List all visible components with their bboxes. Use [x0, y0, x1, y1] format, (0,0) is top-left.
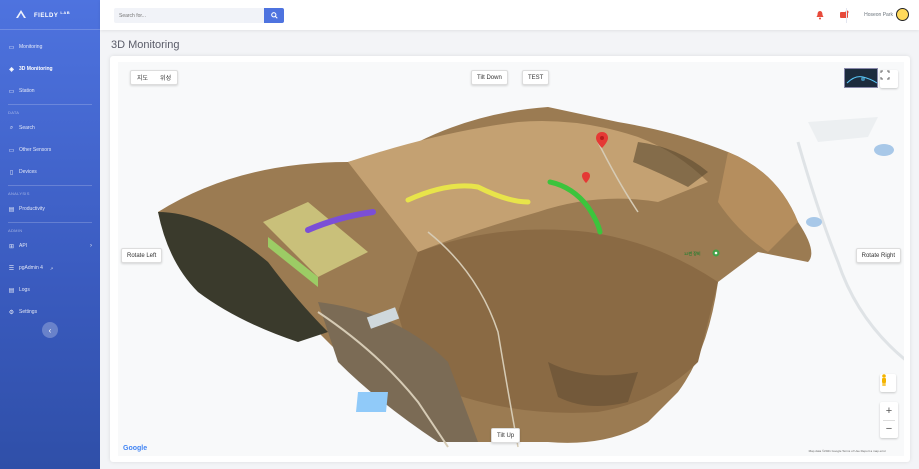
sidebar-item-settings[interactable]: ⚙ Settings: [0, 301, 100, 323]
fullscreen-icon: [880, 70, 890, 80]
sidebar-item-productivity[interactable]: ▤ Productivity: [0, 198, 100, 220]
rotate-right-button[interactable]: Rotate Right: [855, 248, 901, 263]
sidebar-item-label: Search: [19, 125, 35, 131]
sidebar-item-label: API: [19, 243, 28, 249]
sidebar-item-devices[interactable]: ▯ Devices: [0, 161, 100, 183]
station-icon: ▭: [8, 88, 15, 95]
divider: [8, 222, 92, 223]
sidebar-item-pgadmin[interactable]: ☰ pgAdmin 4 ↗: [0, 257, 100, 279]
rotate-left-button[interactable]: Rotate Left: [121, 248, 163, 263]
brand-logo-icon: [16, 9, 26, 18]
alert-icon[interactable]: [815, 10, 825, 20]
sidebar-item-station[interactable]: ▭ Station: [0, 80, 100, 102]
sidebar-item-3d-monitoring[interactable]: ◈ 3D Monitoring: [0, 58, 100, 80]
cube-icon: ◈: [9, 66, 14, 73]
map-type-map-button[interactable]: 지도: [131, 71, 154, 84]
sidebar-item-label: Devices: [19, 169, 37, 175]
map-attribution[interactable]: Map data ©2021 Google Terms of Use Repor…: [809, 449, 886, 453]
divider: [8, 104, 92, 105]
sidebar-item-monitoring[interactable]: ▭ Monitoring: [0, 36, 100, 58]
topbar: Hoseon Park: [100, 0, 919, 30]
page-title: 3D Monitoring: [111, 39, 180, 51]
nav-heading-data: DATA: [8, 110, 20, 115]
chevron-right-icon: ›: [90, 243, 92, 249]
desktop-icon: ▭: [8, 44, 15, 51]
sidebar-item-label: Other Sensors: [19, 147, 52, 153]
topbar-divider: [846, 8, 847, 23]
sidebar-item-label: Monitoring: [19, 44, 43, 50]
poi-label[interactable]: 12번 장비: [684, 251, 701, 257]
search-button[interactable]: [264, 8, 284, 23]
map-card: 12번 장비 지도 위성 Tilt Down TEST Rotate Left …: [110, 56, 910, 462]
sidebar-item-api[interactable]: ⊞ API ›: [0, 235, 100, 257]
chevron-left-icon: ‹: [48, 325, 52, 335]
sidebar-item-label: 3D Monitoring: [19, 66, 53, 72]
zoom-out-button[interactable]: −: [880, 421, 898, 439]
brand[interactable]: FIELDY LAB: [0, 0, 100, 30]
user-name[interactable]: Hoseon Park: [864, 12, 893, 18]
sensor-icon: ▭: [8, 147, 15, 154]
sidebar-item-label: Settings: [19, 309, 38, 315]
sidebar-item-label: Productivity: [19, 206, 45, 212]
search-input[interactable]: [114, 8, 264, 23]
zoom-control: + −: [880, 402, 898, 438]
gear-icon: ⚙: [8, 309, 15, 316]
nav-heading-analysis: ANALYSIS: [8, 191, 30, 196]
search-icon: ⌕: [9, 124, 14, 131]
sidebar-item-label: Station: [19, 88, 35, 94]
topbar-icons: [815, 10, 849, 20]
pegman-button[interactable]: [880, 374, 896, 392]
google-logo: Google: [123, 445, 148, 452]
external-link-icon: ↗: [49, 265, 54, 271]
terrain-graphic: [158, 107, 904, 448]
zoom-in-button[interactable]: +: [880, 402, 898, 420]
sidebar-item-logs[interactable]: ▤ Logs: [0, 279, 100, 301]
search-icon: [270, 12, 278, 19]
brand-name: FIELDY LAB: [34, 10, 71, 19]
tilt-up-button[interactable]: Tilt Up: [491, 428, 521, 443]
minimap-thumbnail[interactable]: [844, 68, 878, 88]
avatar[interactable]: [896, 8, 909, 21]
divider: [8, 185, 92, 186]
sidebar-item-label: pgAdmin 4: [19, 265, 43, 271]
sidebar-item-label: Logs: [19, 287, 30, 293]
fullscreen-button[interactable]: [880, 70, 898, 88]
test-button[interactable]: TEST: [522, 70, 550, 85]
chart-icon: ▤: [8, 206, 15, 213]
sidebar-item-search[interactable]: ⌕ Search: [0, 117, 100, 139]
log-icon: ▤: [8, 287, 15, 294]
map-type-satellite-button[interactable]: 위성: [154, 71, 177, 84]
pegman-icon: [882, 374, 886, 386]
message-icon[interactable]: [839, 10, 849, 20]
sidebar: FIELDY LAB ▭ Monitoring ◈ 3D Monitoring …: [0, 0, 100, 469]
device-icon: ▯: [9, 169, 14, 176]
map-type-toggle: 지도 위성: [130, 70, 179, 85]
tilt-down-button[interactable]: Tilt Down: [471, 70, 508, 85]
nav-heading-admin: ADMIN: [8, 228, 23, 233]
map-poi-icon: [712, 249, 720, 257]
database-icon: ☰: [8, 265, 15, 272]
sidebar-toggle-button[interactable]: ‹: [42, 322, 58, 338]
api-icon: ⊞: [8, 243, 15, 250]
map-3d-view[interactable]: 12번 장비 지도 위성 Tilt Down TEST Rotate Left …: [118, 62, 904, 456]
sidebar-item-other-sensors[interactable]: ▭ Other Sensors: [0, 139, 100, 161]
